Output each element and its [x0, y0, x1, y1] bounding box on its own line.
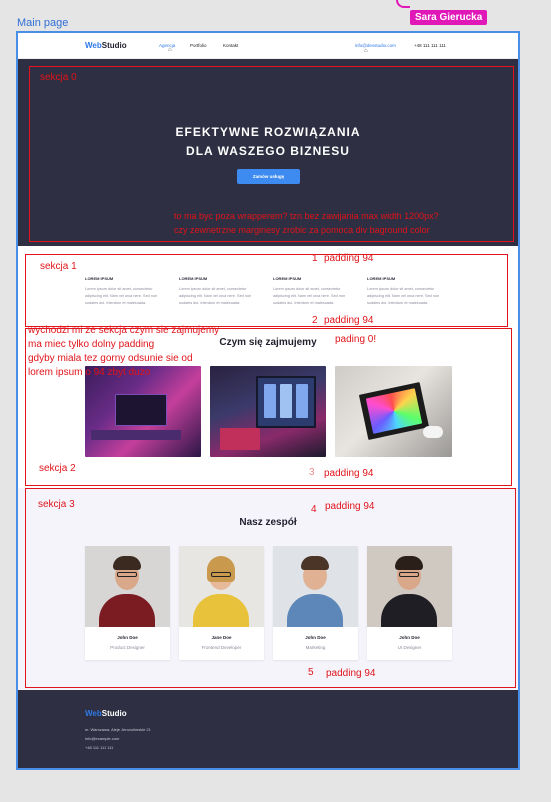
annotation-marker-4: 4 — [311, 504, 317, 515]
annotation-padding-2: padding 94 — [324, 315, 374, 326]
annotation-marker-5: 5 — [308, 667, 314, 678]
footer-phone[interactable]: +48 111 111 111 — [85, 745, 113, 750]
annotation-padding-3: padding 94 — [324, 468, 374, 479]
cursor-marker-icon: ⌂ — [168, 47, 172, 53]
annotation-label-section-0: sekcja 0 — [40, 72, 77, 83]
annotation-box-section-2[interactable] — [25, 328, 512, 486]
site-header: WebStudio Agencja Portfolio Kontakt ⌂ in… — [18, 33, 518, 59]
header-email[interactable]: info@devstudio.com — [355, 43, 396, 48]
site-logo[interactable]: WebStudio — [85, 41, 127, 50]
main-page-frame[interactable]: WebStudio Agencja Portfolio Kontakt ⌂ in… — [16, 31, 520, 770]
annotation-note-wrapper-1: to ma byc poza wrapperem? tzn bez zawija… — [174, 211, 439, 221]
annotation-label-section-2: sekcja 2 — [39, 463, 76, 474]
annotation-padding-5: padding 94 — [326, 668, 376, 679]
footer-address: m. Warszawa, Aleje Jerozolimskie 21 — [85, 727, 151, 732]
annotation-padding-4: padding 94 — [325, 501, 375, 512]
footer-logo[interactable]: WebStudio — [85, 709, 127, 718]
nav-link-kontakt[interactable]: Kontakt — [223, 43, 238, 48]
annotation-padding-0: pading 0! — [335, 334, 377, 345]
header-phone[interactable]: +48 111 111 111 — [414, 43, 446, 48]
footer-email[interactable]: info@example.com — [85, 736, 119, 741]
frame-label[interactable]: Main page — [17, 17, 68, 29]
annotation-label-section-3: sekcja 3 — [38, 499, 75, 510]
site-footer: WebStudio m. Warszawa, Aleje Jerozolimsk… — [18, 690, 518, 768]
collaborator-cursor-icon — [396, 0, 410, 8]
annotation-marker-2: 2 — [312, 315, 318, 326]
nav-link-portfolio[interactable]: Portfolio — [190, 43, 207, 48]
annotation-box-section-3[interactable] — [25, 488, 516, 688]
annotation-note-wrapper-2: czy zewnetrzne marginesy zrobic za pomoc… — [174, 225, 430, 235]
annotation-note-line-3: gdyby miala tez gorny odsunie sie od — [28, 353, 193, 364]
annotation-marker-3: 3 — [309, 467, 315, 478]
annotation-label-section-1: sekcja 1 — [40, 261, 77, 272]
annotation-note-line-1: wychodzi mi ze sekcja czym sie zajmujemy — [28, 325, 220, 336]
annotation-padding-1: padding 94 — [324, 253, 374, 264]
annotation-marker-1: 1 — [312, 253, 318, 264]
annotation-note-line-2: ma miec tylko dolny padding — [28, 339, 155, 350]
cursor-marker-icon: ⌂ — [364, 48, 368, 54]
collaborator-name-tag: Sara Gierucka — [410, 10, 488, 25]
annotation-note-line-4: lorem ipsum o 94 zbyt duzo — [28, 367, 151, 378]
annotation-box-section-1[interactable] — [25, 254, 508, 327]
